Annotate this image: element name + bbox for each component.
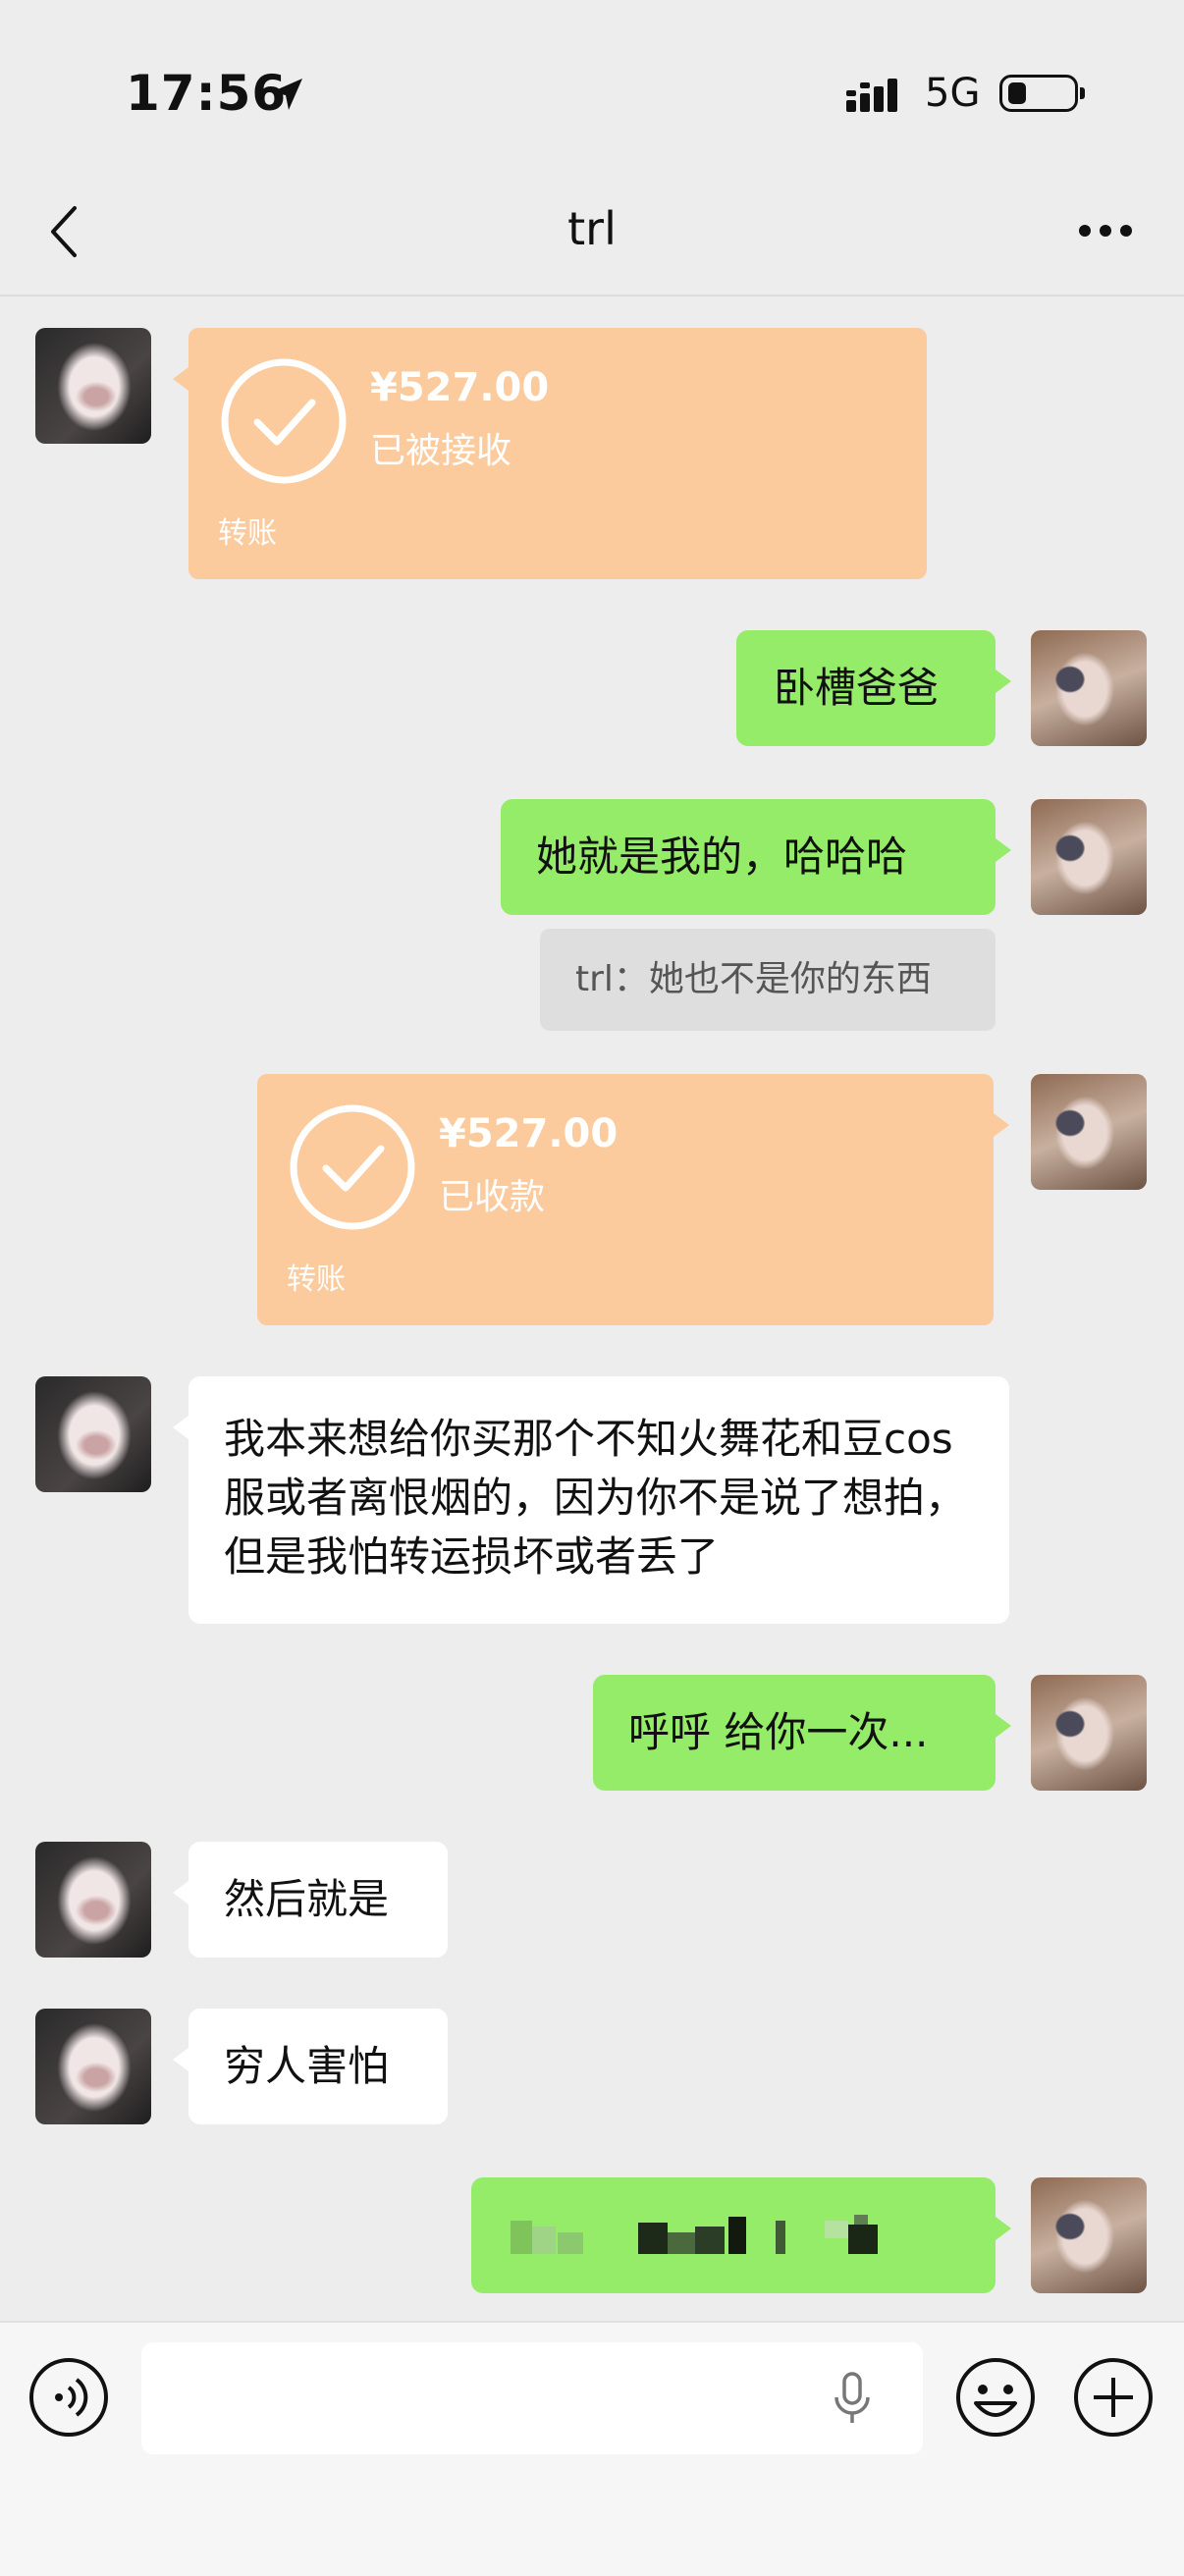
message-bubble[interactable]: 呼呼 给你一次... [593, 1675, 1011, 1791]
network-type: 5G [925, 71, 981, 116]
transfer-card-sent[interactable]: ¥527.00 已收款 转账 [257, 1074, 1009, 1325]
location-arrow-icon [271, 79, 302, 110]
my-avatar[interactable] [1031, 1074, 1147, 1190]
contact-avatar[interactable] [35, 328, 151, 444]
my-avatar[interactable] [1031, 630, 1147, 746]
message-bubble[interactable]: 她就是我的，哈哈哈 [501, 799, 1011, 915]
check-circle-icon [290, 1104, 415, 1230]
status-bar: 17:56 5G [0, 0, 1184, 167]
my-avatar[interactable] [1031, 2177, 1147, 2293]
emoji-icon[interactable] [954, 2356, 1037, 2439]
voice-mode-icon[interactable] [27, 2356, 110, 2439]
message-bubble[interactable]: 卧槽爸爸 [736, 630, 1011, 746]
my-avatar[interactable] [1031, 1675, 1147, 1791]
more-options-icon[interactable] [1078, 224, 1133, 238]
transfer-status: 已收款 [439, 1177, 546, 1217]
transfer-card-received[interactable]: ¥527.00 已被接收 转账 [173, 328, 927, 579]
transfer-label: 转账 [218, 516, 277, 551]
contact-avatar[interactable] [35, 1376, 151, 1492]
quoted-message[interactable]: trl：她也不是你的东西 [540, 929, 996, 1031]
battery-icon [999, 75, 1085, 112]
cellular-signal-icon [846, 79, 897, 112]
pixelated-message-bubble[interactable] [471, 2177, 1011, 2293]
chat-title: trl [567, 202, 617, 255]
check-circle-icon [221, 358, 347, 484]
chat-input-bar [0, 2321, 1184, 2576]
message-bubble[interactable]: 然后就是 [173, 1842, 448, 1958]
status-time: 17:56 [126, 65, 288, 122]
message-input[interactable] [141, 2342, 923, 2454]
add-icon[interactable] [1072, 2356, 1155, 2439]
contact-avatar[interactable] [35, 2009, 151, 2124]
contact-avatar[interactable] [35, 1842, 151, 1958]
transfer-amount: ¥527.00 [370, 365, 550, 410]
pixelated-text [511, 2215, 878, 2254]
message-bubble[interactable]: 我本来想给你买那个不知火舞花和豆cos服或者离恨烟的，因为你不是说了想拍，但是我… [173, 1376, 1009, 1624]
message-bubble[interactable]: 穷人害怕 [173, 2009, 448, 2124]
transfer-label: 转账 [287, 1262, 346, 1297]
my-avatar[interactable] [1031, 799, 1147, 915]
transfer-amount: ¥527.00 [439, 1111, 619, 1156]
chat-header: trl [0, 167, 1184, 296]
microphone-icon[interactable] [833, 2372, 872, 2427]
transfer-status: 已被接收 [370, 431, 512, 471]
